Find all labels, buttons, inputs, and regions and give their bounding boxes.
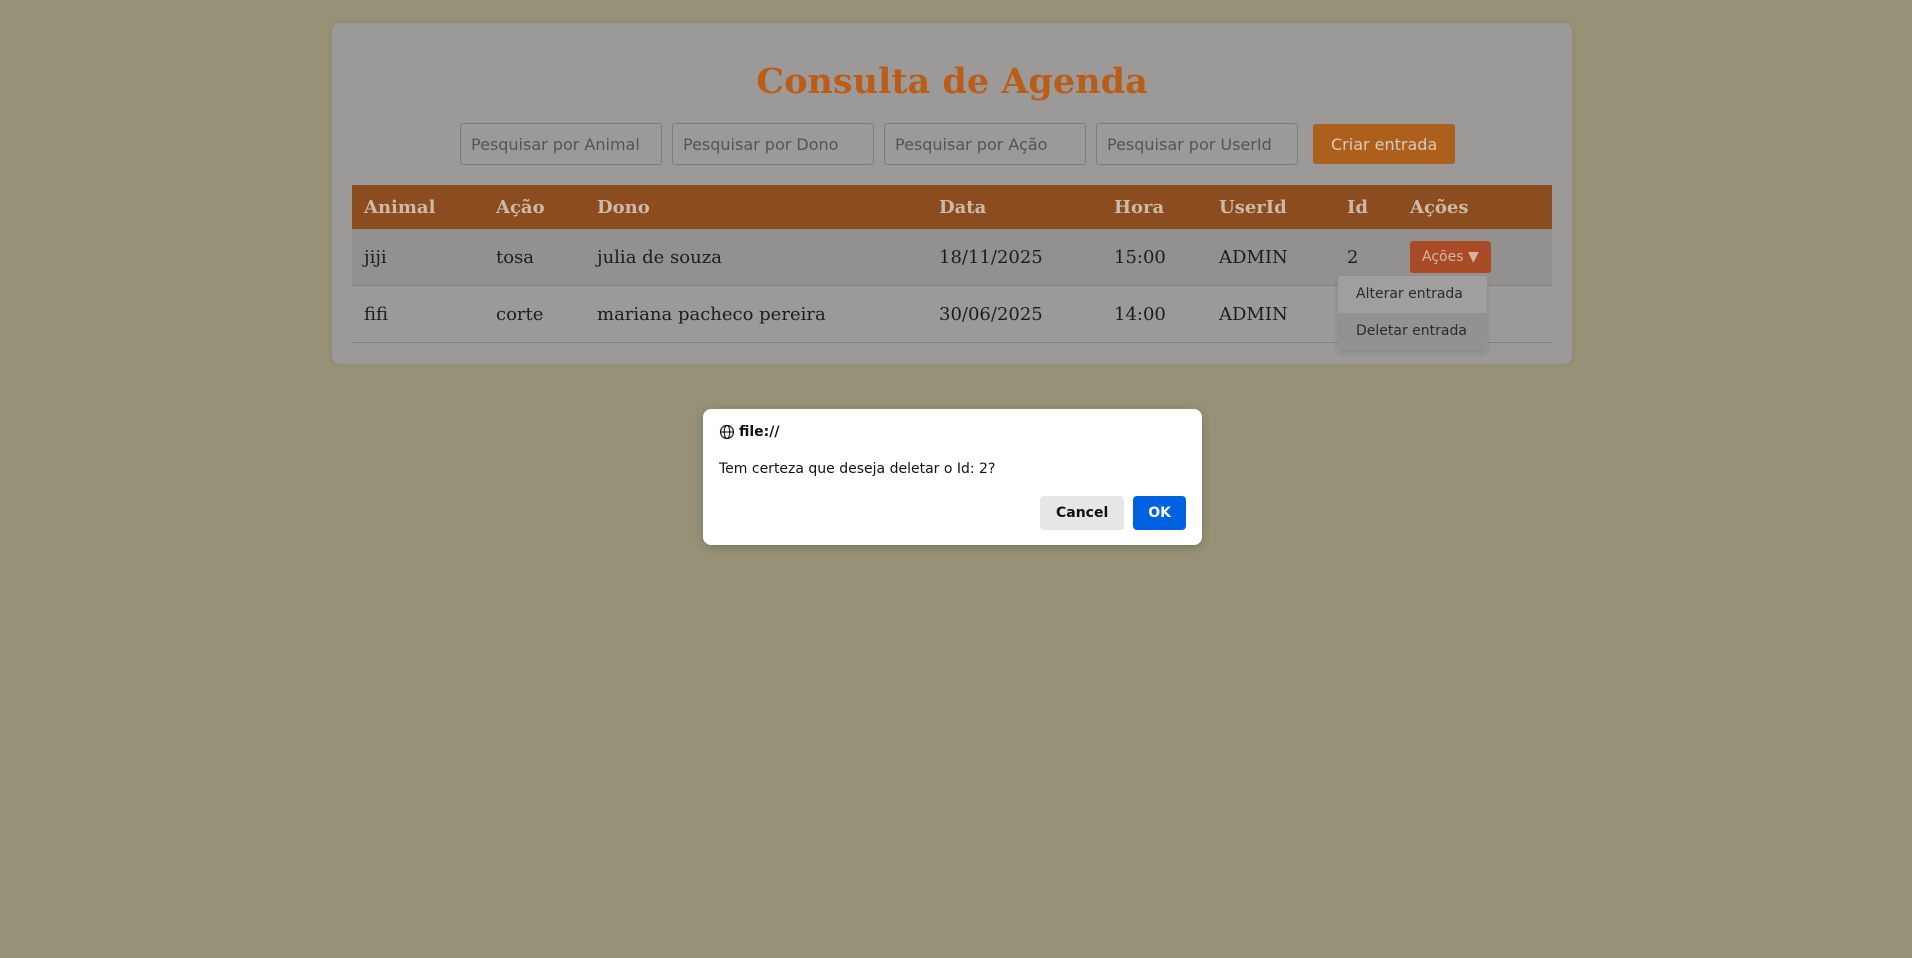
actions-dropdown-button[interactable]: Ações ▼ [1410, 241, 1491, 273]
header-data: Data [927, 185, 1102, 229]
cell-data: 30/06/2025 [927, 285, 1102, 343]
menu-item-alterar-entrada[interactable]: Alterar entrada [1338, 276, 1487, 313]
actions-dropdown-menu: Alterar entrada Deletar entrada [1338, 276, 1487, 350]
header-userid: UserId [1207, 185, 1335, 229]
confirm-dialog: file:// Tem certeza que deseja deletar o… [703, 409, 1202, 545]
cell-hora: 15:00 [1102, 229, 1207, 286]
create-entry-button[interactable]: Criar entrada [1313, 124, 1456, 164]
cell-animal: jiji [352, 229, 484, 286]
cell-acao: tosa [484, 229, 585, 286]
header-id: Id [1335, 185, 1398, 229]
header-dono: Dono [585, 185, 927, 229]
cell-animal: fifi [352, 285, 484, 343]
cell-data: 18/11/2025 [927, 229, 1102, 286]
search-userid-input[interactable] [1096, 123, 1298, 165]
header-acoes: Ações [1398, 185, 1552, 229]
header-hora: Hora [1102, 185, 1207, 229]
search-animal-input[interactable] [460, 123, 662, 165]
ok-button[interactable]: OK [1133, 496, 1186, 530]
header-acao: Ação [484, 185, 585, 229]
cell-dono: mariana pacheco pereira [585, 285, 927, 343]
cell-userid: ADMIN [1207, 229, 1335, 286]
dialog-origin-label: file:// [739, 424, 780, 440]
dialog-message: Tem certeza que deseja deletar o Id: 2? [719, 461, 996, 477]
cell-userid: ADMIN [1207, 285, 1335, 343]
dialog-buttons: Cancel OK [1039, 496, 1186, 530]
cancel-button[interactable]: Cancel [1039, 496, 1125, 530]
cell-acao: corte [484, 285, 585, 343]
header-animal: Animal [352, 185, 484, 229]
search-acao-input[interactable] [884, 123, 1086, 165]
globe-icon [719, 424, 735, 440]
menu-item-deletar-entrada[interactable]: Deletar entrada [1338, 313, 1487, 350]
dialog-origin: file:// [719, 424, 780, 440]
table-header-row: Animal Ação Dono Data Hora UserId Id Açõ… [352, 185, 1552, 229]
search-dono-input[interactable] [672, 123, 874, 165]
search-bar: Criar entrada [460, 123, 1456, 165]
cell-dono: julia de souza [585, 229, 927, 286]
page-title: Consulta de Agenda [756, 61, 1148, 102]
cell-hora: 14:00 [1102, 285, 1207, 343]
